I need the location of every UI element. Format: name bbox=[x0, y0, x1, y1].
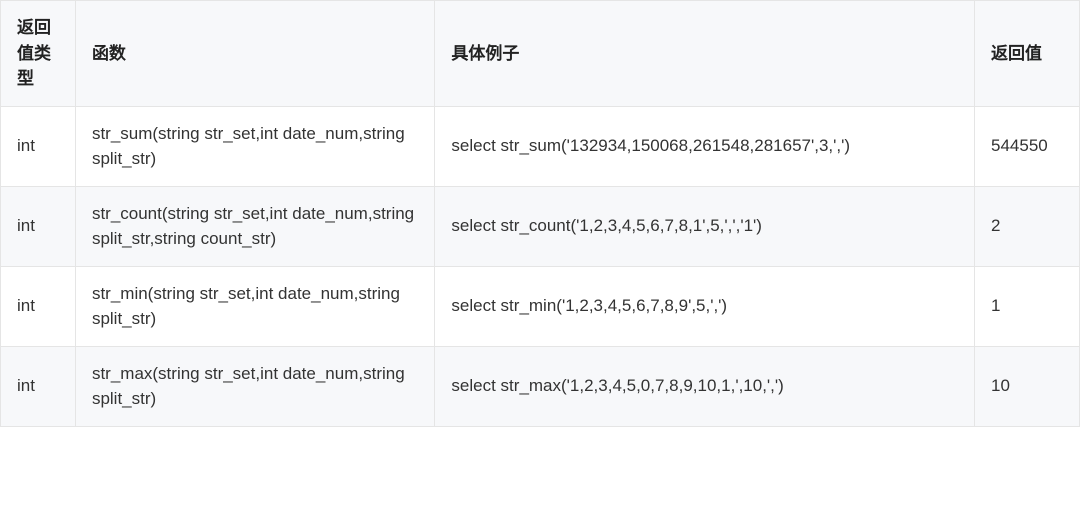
header-function: 函数 bbox=[75, 1, 434, 107]
cell-example: select str_min('1,2,3,4,5,6,7,8,9',5,','… bbox=[435, 266, 975, 346]
cell-function: str_min(string str_set,int date_num,stri… bbox=[75, 266, 434, 346]
cell-return-type: int bbox=[1, 106, 76, 186]
table-row: int str_sum(string str_set,int date_num,… bbox=[1, 106, 1080, 186]
table-row: int str_min(string str_set,int date_num,… bbox=[1, 266, 1080, 346]
cell-return-value: 2 bbox=[975, 186, 1080, 266]
table-row: int str_count(string str_set,int date_nu… bbox=[1, 186, 1080, 266]
cell-return-type: int bbox=[1, 186, 76, 266]
cell-return-type: int bbox=[1, 346, 76, 426]
cell-example: select str_max('1,2,3,4,5,0,7,8,9,10,1,'… bbox=[435, 346, 975, 426]
cell-function: str_sum(string str_set,int date_num,stri… bbox=[75, 106, 434, 186]
cell-example: select str_sum('132934,150068,261548,281… bbox=[435, 106, 975, 186]
header-return-type: 返回值类型 bbox=[1, 1, 76, 107]
cell-function: str_count(string str_set,int date_num,st… bbox=[75, 186, 434, 266]
header-return-value: 返回值 bbox=[975, 1, 1080, 107]
cell-return-type: int bbox=[1, 266, 76, 346]
cell-function: str_max(string str_set,int date_num,stri… bbox=[75, 346, 434, 426]
function-table: 返回值类型 函数 具体例子 返回值 int str_sum(string str… bbox=[0, 0, 1080, 427]
header-row: 返回值类型 函数 具体例子 返回值 bbox=[1, 1, 1080, 107]
cell-return-value: 544550 bbox=[975, 106, 1080, 186]
table-row: int str_max(string str_set,int date_num,… bbox=[1, 346, 1080, 426]
cell-return-value: 10 bbox=[975, 346, 1080, 426]
cell-example: select str_count('1,2,3,4,5,6,7,8,1',5,'… bbox=[435, 186, 975, 266]
header-example: 具体例子 bbox=[435, 1, 975, 107]
cell-return-value: 1 bbox=[975, 266, 1080, 346]
